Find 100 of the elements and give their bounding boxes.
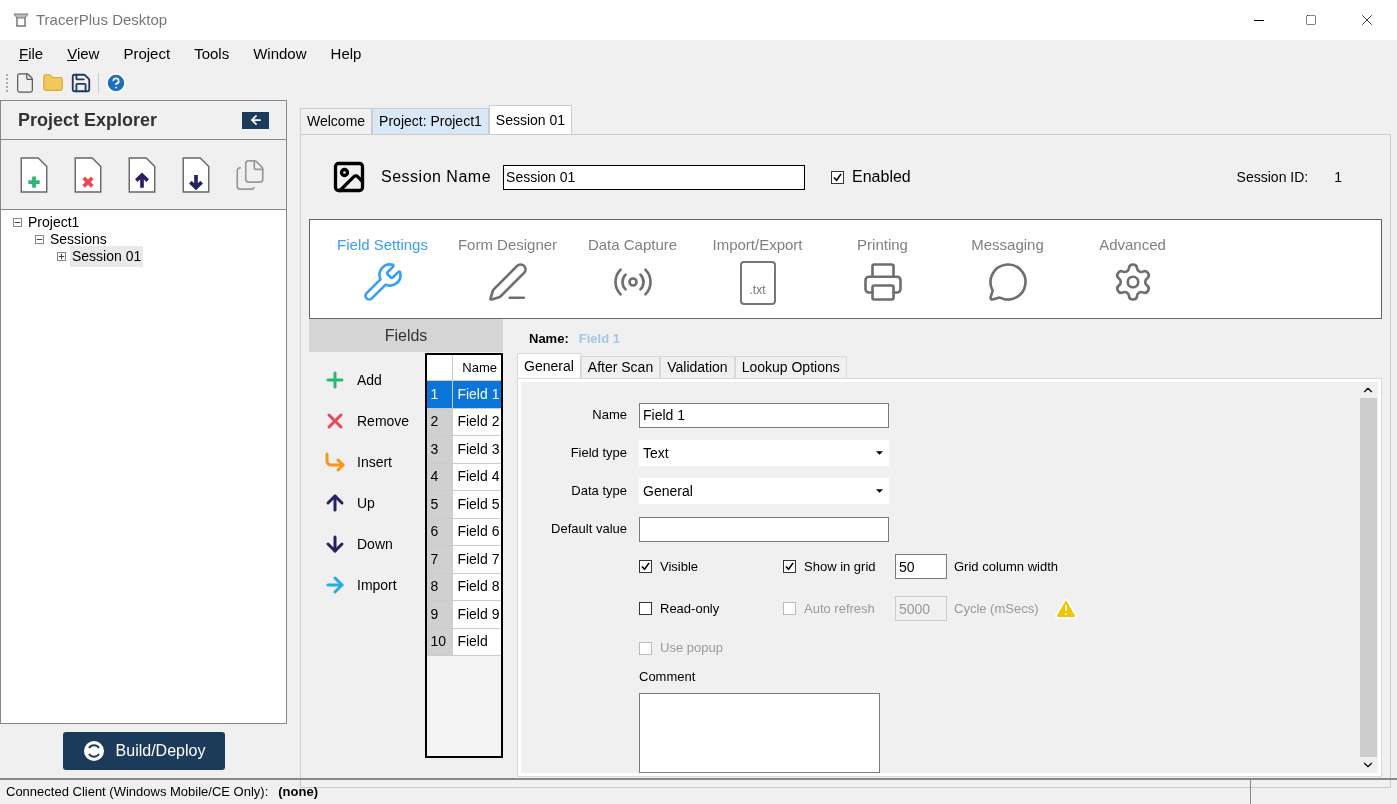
field-action-button[interactable]: Insert (323, 450, 426, 474)
deploy-logo-icon (81, 739, 106, 763)
number-input[interactable]: 50 (895, 554, 947, 579)
session-id-label: Session ID: (1236, 167, 1309, 187)
tab[interactable]: Project: Project1 (372, 108, 489, 134)
comment-field[interactable] (639, 692, 880, 773)
dropdown[interactable]: Text (639, 440, 889, 466)
menu-item[interactable]: File (8, 42, 55, 66)
checkbox-label: Visible (660, 557, 699, 576)
checkbox-label: Show in grid (804, 557, 876, 576)
text-file-icon: .txt (739, 260, 776, 305)
field-action-button[interactable]: Import (323, 573, 426, 597)
scrollbar-thumb[interactable] (1359, 398, 1377, 757)
field-action-button[interactable]: Remove (323, 409, 426, 433)
tab[interactable]: Validation (660, 356, 735, 378)
grid-row[interactable]: 6 Field 6 (427, 518, 501, 546)
section-title: Fields (384, 325, 428, 346)
table-cell-text: Field 3 (456, 439, 501, 459)
checkbox-label: Auto refresh (804, 599, 875, 618)
session-id-value: 1 (1334, 167, 1342, 187)
new-file-icon[interactable] (14, 72, 36, 94)
collapse-icon[interactable] (13, 218, 22, 227)
grid-row[interactable]: 8 Field 8 (427, 573, 501, 601)
checkbox[interactable] (639, 602, 652, 615)
field-label: Default value (550, 520, 627, 539)
checkbox-label: Use popup (660, 639, 723, 658)
grid-row[interactable]: 1 Field 1 (427, 381, 501, 409)
tab[interactable]: Session 01 (488, 105, 573, 134)
text-input[interactable]: Field 1 (639, 402, 889, 428)
table-cell-text: Field 6 (456, 522, 501, 542)
grid-row[interactable]: 7 Field 7 (427, 546, 501, 574)
field-action-button[interactable]: Add (323, 368, 426, 392)
tab[interactable]: After Scan (580, 356, 661, 378)
app-logo-icon (12, 11, 30, 29)
grid-row[interactable]: 9 Field 9 (427, 601, 501, 629)
scrollbar[interactable] (1358, 382, 1378, 773)
checkbox[interactable] (783, 560, 796, 573)
grid-row[interactable]: 10 Field (427, 628, 501, 656)
menu-item[interactable]: Tools (183, 42, 241, 66)
tab[interactable]: Lookup Options (734, 356, 847, 378)
field-label: Grid column width (954, 557, 1059, 576)
field-action-button[interactable]: Up (323, 491, 426, 515)
session-name-field[interactable]: Session 01 (503, 164, 806, 190)
table-cell-text: Field 5 (456, 494, 501, 514)
table-cell-text: Field (456, 632, 489, 652)
dropdown-arrow-icon (876, 451, 883, 455)
save-icon[interactable] (70, 72, 92, 94)
row-number: 5 (427, 491, 454, 518)
category-button[interactable]: Printing (820, 234, 945, 303)
tab[interactable]: Welcome (300, 108, 373, 134)
row-number: 7 (427, 546, 454, 573)
category-button[interactable]: Advanced (1070, 234, 1195, 303)
grid-row[interactable]: 2 Field 2 (427, 408, 501, 436)
field-label: Name (591, 406, 627, 425)
help-icon[interactable] (105, 72, 127, 94)
insert-arrow-icon (323, 450, 347, 474)
tree-item[interactable]: Session 01 (70, 246, 144, 267)
dropdown-arrow-icon (876, 489, 883, 493)
checkbox-label: Enabled (852, 167, 911, 187)
text-input[interactable] (639, 516, 889, 542)
status-value: (none) (278, 783, 318, 802)
grid-row[interactable]: 5 Field 5 (427, 491, 501, 519)
row-number: 10 (427, 628, 454, 655)
column-header: Name (461, 358, 498, 377)
category-button[interactable]: Data Capture (570, 234, 695, 303)
menu-item[interactable]: Window (242, 42, 318, 66)
row-number: 9 (427, 601, 454, 628)
table-cell-text: Field 7 (456, 549, 501, 569)
build-deploy-button[interactable]: Build/Deploy (62, 732, 225, 770)
checkbox[interactable] (831, 170, 845, 184)
menu-item[interactable]: Project (112, 42, 182, 66)
field-label: Data type (570, 482, 627, 501)
panel-title: Project Explorer (18, 108, 158, 132)
category-button[interactable]: Import/Export .txt (695, 234, 820, 305)
table-cell-text: Field 1 (456, 384, 501, 404)
field-label: Name: (529, 329, 569, 348)
checkbox[interactable] (639, 560, 652, 573)
expand-icon[interactable] (57, 252, 66, 261)
row-number: 8 (427, 573, 454, 600)
checkbox-label: Read-only (660, 599, 720, 618)
dropdown[interactable]: General (639, 478, 889, 504)
field-action-button[interactable]: Down (323, 532, 426, 556)
field-label: Comment (639, 668, 697, 686)
tab[interactable]: General (517, 353, 581, 378)
collapse-icon[interactable] (35, 235, 44, 244)
collapse-panel-button[interactable] (242, 111, 269, 129)
menu-item[interactable]: View (56, 42, 111, 66)
table-cell-text: Field 9 (456, 604, 501, 624)
field-label: Field type (569, 444, 627, 463)
grid-row[interactable]: 3 Field 3 (427, 436, 501, 464)
grid-row[interactable]: 4 Field 4 (427, 463, 501, 491)
row-number: 4 (427, 463, 454, 490)
warning-icon (1052, 596, 1079, 621)
menu-item[interactable]: Help (319, 42, 373, 66)
field-label: Session Name (381, 167, 492, 187)
row-number: 2 (427, 408, 454, 435)
field-name-value: Field 1 (578, 329, 620, 348)
category-button[interactable]: Messaging (945, 234, 1070, 303)
category-button[interactable]: Form Designer (445, 234, 570, 303)
window-title: TracerPlus Desktop (36, 9, 168, 30)
